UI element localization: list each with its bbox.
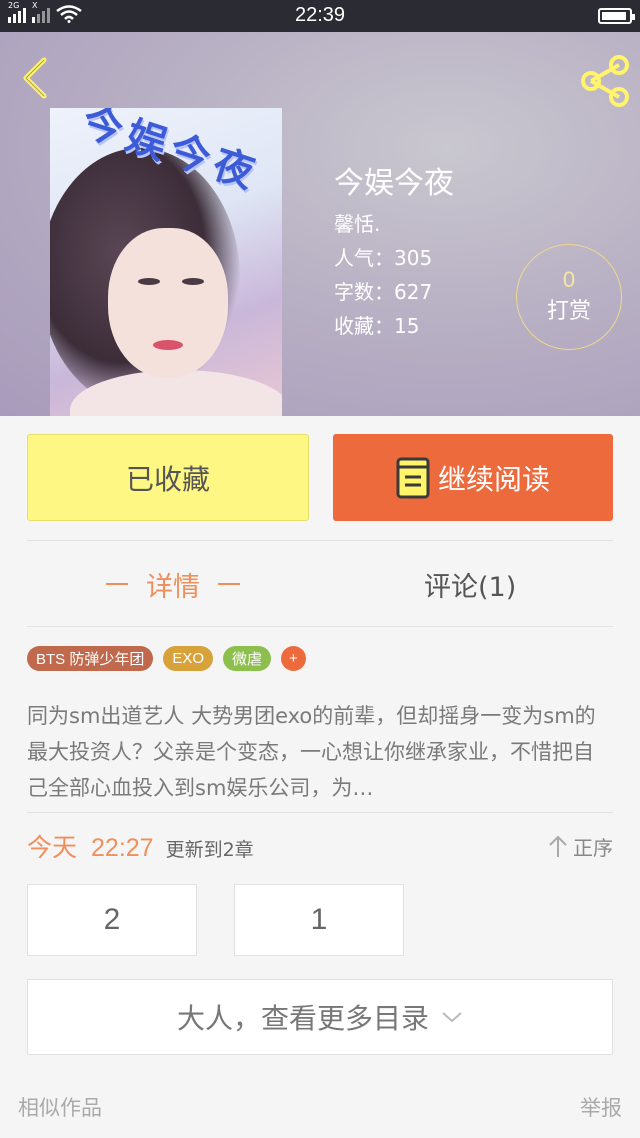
tag-exo[interactable]: EXO: [163, 646, 214, 671]
chevron-down-icon: [442, 1012, 462, 1023]
tab-detail-label: 详情: [146, 571, 200, 603]
book-cover-image[interactable]: 今娱今夜: [50, 108, 282, 416]
clock: 22:39: [294, 4, 346, 26]
update-info: 今天 22:27 更新到2章 正序: [27, 828, 613, 864]
share-icon[interactable]: [578, 54, 632, 108]
favorited-button[interactable]: 已收藏: [27, 434, 309, 521]
divider: [27, 540, 613, 541]
book-description[interactable]: 同为sm出道艺人 大势男团exo的前辈，但却摇身一变为sm的最大投资人？父亲是个…: [27, 698, 613, 806]
book-title: 今娱今夜: [334, 166, 454, 201]
update-day: 今天: [27, 833, 78, 862]
status-bar: 2G X 22:39: [0, 0, 640, 32]
tag-angst[interactable]: 微虐: [223, 646, 272, 671]
tab-detail[interactable]: 详情: [106, 562, 240, 606]
update-time: 22:27: [91, 834, 154, 862]
reward-label: 打赏: [546, 299, 591, 324]
book-author[interactable]: 馨恬.: [334, 208, 380, 237]
continue-reading-button[interactable]: 继续阅读: [333, 434, 613, 521]
divider: [27, 812, 613, 813]
update-note: 更新到2章: [165, 839, 254, 861]
favorited-label: 已收藏: [125, 462, 210, 496]
book-icon: [396, 457, 430, 498]
tab-indicator-left: [106, 583, 128, 585]
word-count-stat: 字数：627: [334, 280, 433, 304]
more-chapters-button[interactable]: 大人，查看更多目录: [27, 979, 613, 1055]
more-chapters-label: 大人，查看更多目录: [176, 1002, 429, 1035]
sort-order-label: 正序: [573, 836, 613, 860]
favorites-stat: 收藏：15: [334, 314, 420, 338]
tab-comments[interactable]: 评论(1): [424, 562, 516, 606]
tab-indicator-right: [218, 583, 240, 585]
arrow-up-icon: [549, 835, 567, 857]
back-arrow-icon[interactable]: [16, 54, 56, 102]
continue-reading-label: 继续阅读: [437, 462, 550, 496]
divider: [27, 626, 613, 627]
add-tag-button[interactable]: +: [281, 646, 306, 671]
reward-button[interactable]: 0 打赏: [516, 244, 622, 350]
reward-count: 0: [562, 267, 576, 292]
chapter-button[interactable]: 1: [234, 884, 404, 956]
sort-order-button[interactable]: 正序: [547, 832, 613, 861]
popularity-stat: 人气：305: [334, 246, 433, 270]
book-header: 今娱今夜 今娱今夜 馨恬. 人气：305 字数：627 收藏：15 0 打赏: [0, 32, 640, 416]
tag-bts[interactable]: BTS 防弹少年团: [27, 646, 154, 671]
tag-list: BTS 防弹少年团 EXO 微虐 +: [27, 646, 306, 671]
report-link[interactable]: 举报: [580, 1092, 622, 1122]
battery-icon: [598, 8, 635, 24]
similar-works-link[interactable]: 相似作品: [18, 1092, 102, 1122]
chapter-button[interactable]: 2: [27, 884, 197, 956]
tab-comments-label: 评论(1): [424, 571, 517, 603]
